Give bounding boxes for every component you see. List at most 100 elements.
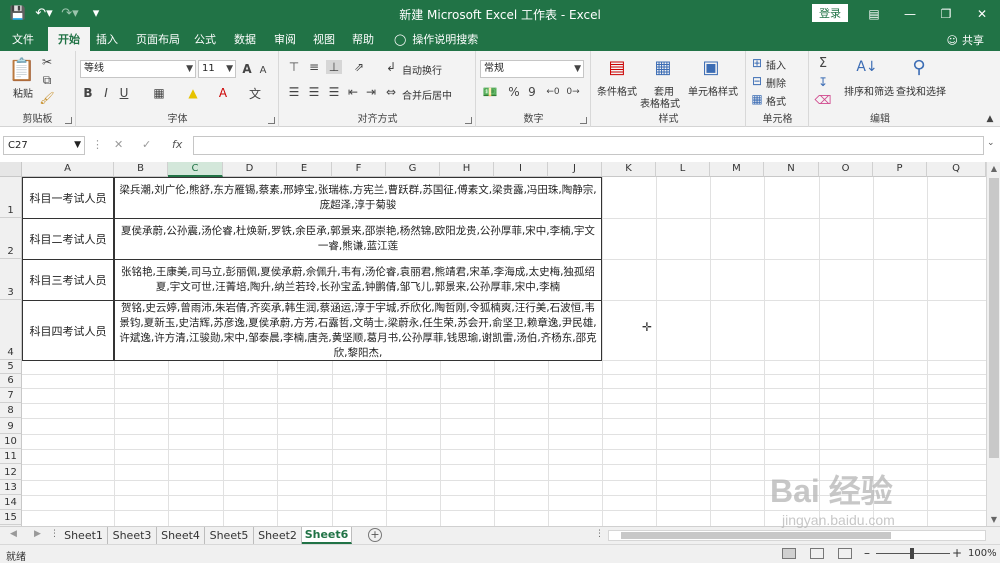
name-box[interactable]: C27 ▼ — [3, 136, 85, 155]
zoom-out-icon[interactable]: – — [864, 546, 870, 560]
conditional-formatting-icon[interactable]: ▤ — [606, 55, 628, 79]
column-header-l[interactable]: L — [656, 162, 710, 177]
font-color-icon[interactable]: A — [215, 85, 231, 101]
wrap-text-label[interactable]: 自动换行 — [402, 62, 442, 77]
column-header-d[interactable]: D — [223, 162, 277, 177]
conditional-formatting-label[interactable]: 条件格式 — [597, 83, 637, 98]
restore-icon[interactable]: ❐ — [928, 0, 964, 27]
column-header-o[interactable]: O — [819, 162, 873, 177]
currency-icon[interactable]: 💵 — [481, 85, 499, 99]
number-launcher-icon[interactable] — [580, 117, 587, 124]
zoom-slider-thumb[interactable] — [910, 548, 914, 559]
tab-insert[interactable]: 插入 — [96, 27, 118, 51]
column-header-g[interactable]: G — [386, 162, 440, 177]
insert-cells-label[interactable]: 插入 — [766, 57, 786, 72]
minimize-icon[interactable]: — — [892, 0, 928, 27]
align-bottom-icon[interactable]: ⊥ — [326, 60, 342, 74]
clipboard-launcher-icon[interactable] — [65, 117, 72, 124]
column-header-c[interactable]: C — [168, 162, 223, 177]
alignment-launcher-icon[interactable] — [465, 117, 472, 124]
font-launcher-icon[interactable] — [268, 117, 275, 124]
decrease-decimal-icon[interactable]: 0→ — [565, 85, 581, 99]
row-header-4[interactable]: 4 — [0, 300, 22, 360]
phonetic-icon[interactable]: 文 — [247, 85, 263, 101]
borders-icon[interactable]: ▦ — [151, 85, 167, 101]
format-painter-icon[interactable]: 🖌 — [39, 91, 54, 105]
tab-page-layout[interactable]: 页面布局 — [136, 27, 180, 51]
format-cells-icon[interactable]: ▦ — [751, 92, 763, 106]
zoom-level[interactable]: 100% — [968, 548, 997, 559]
insert-function-button[interactable]: fx — [172, 138, 182, 151]
row-header-2[interactable]: 2 — [0, 218, 22, 259]
clear-icon[interactable]: ⌫ — [815, 93, 832, 107]
column-header-j[interactable]: J — [548, 162, 602, 177]
tab-view[interactable]: 视图 — [313, 27, 335, 51]
row-header-3[interactable]: 3 — [0, 259, 22, 300]
align-left-icon[interactable]: ☰ — [286, 85, 302, 99]
align-top-icon[interactable]: ⊤ — [286, 60, 302, 74]
cell-a3[interactable]: 科目三考试人员 — [22, 259, 114, 301]
orientation-icon[interactable]: ⇗ — [348, 60, 370, 74]
comma-style-button[interactable]: 9 — [525, 85, 539, 99]
delete-cells-label[interactable]: 删除 — [766, 75, 786, 90]
tab-help[interactable]: 帮助 — [352, 27, 374, 51]
font-size-combo[interactable]: 11 ▼ — [198, 60, 236, 78]
sort-filter-label[interactable]: 排序和筛选 — [844, 83, 894, 98]
paste-label[interactable]: 粘贴 — [13, 85, 33, 100]
column-header-m[interactable]: M — [710, 162, 764, 177]
bold-button[interactable]: B — [81, 85, 95, 101]
fill-color-icon[interactable]: ▲ — [185, 85, 201, 101]
row-header-1[interactable]: 1 — [0, 177, 22, 218]
align-middle-icon[interactable]: ≡ — [306, 60, 322, 74]
percent-button[interactable]: % — [507, 85, 521, 99]
column-header-q[interactable]: Q — [927, 162, 986, 177]
page-break-view-icon[interactable] — [838, 548, 852, 559]
tab-file[interactable]: 文件 — [12, 27, 34, 51]
autosum-icon[interactable]: Σ — [816, 56, 830, 71]
increase-decimal-icon[interactable]: ←0 — [545, 85, 561, 99]
row-header-11[interactable]: 11 — [0, 449, 22, 464]
column-header-a[interactable]: A — [22, 162, 114, 177]
row-header-10[interactable]: 10 — [0, 434, 22, 449]
paste-icon[interactable]: 📋 — [8, 57, 36, 83]
tell-me-search[interactable]: ◯ 操作说明搜索 — [394, 27, 478, 51]
wrap-text-icon[interactable]: ↲ — [384, 60, 398, 74]
cell-b3-merged[interactable]: 张铭艳,王康美,司马立,彭丽佩,夏侯承蔚,佘佩升,韦有,汤伦睿,袁丽君,熊靖君,… — [114, 259, 602, 301]
tab-data[interactable]: 数据 — [234, 27, 256, 51]
column-header-k[interactable]: K — [602, 162, 656, 177]
align-center-icon[interactable]: ☰ — [306, 85, 322, 99]
formula-input[interactable] — [193, 136, 984, 155]
merge-center-icon[interactable]: ⇔ — [384, 85, 398, 99]
decrease-indent-icon[interactable]: ⇤ — [346, 85, 360, 99]
find-select-icon[interactable]: ⚲ — [908, 55, 930, 79]
row-header-13[interactable]: 13 — [0, 480, 22, 495]
font-name-combo[interactable]: 等线 ▼ — [80, 60, 196, 78]
cell-a4[interactable]: 科目四考试人员 — [22, 300, 114, 361]
grow-font-icon[interactable]: A — [240, 61, 254, 77]
format-cells-label[interactable]: 格式 — [766, 93, 786, 108]
cell-a2[interactable]: 科目二考试人员 — [22, 218, 114, 260]
column-header-h[interactable]: H — [440, 162, 494, 177]
sheet-tab-sheet4[interactable]: Sheet4 — [157, 527, 205, 544]
align-right-icon[interactable]: ☰ — [326, 85, 342, 99]
row-header-15[interactable]: 15 — [0, 510, 22, 525]
cell-styles-icon[interactable]: ▣ — [700, 55, 722, 79]
copy-icon[interactable]: ⧉ — [40, 73, 54, 87]
increase-indent-icon[interactable]: ⇥ — [364, 85, 378, 99]
prev-sheet-icon[interactable]: ◀ — [10, 529, 17, 539]
cell-b4-merged[interactable]: 贺铭,史云婷,曾雨沛,朱岩倩,齐奕承,韩生润,蔡涵运,淳于宇城,乔欣化,陶哲刚,… — [114, 300, 602, 361]
tab-formulas[interactable]: 公式 — [194, 27, 216, 51]
column-header-f[interactable]: F — [332, 162, 386, 177]
sheet-tab-sheet6[interactable]: Sheet6 — [302, 527, 352, 544]
expand-formula-icon[interactable]: ⌄ — [987, 138, 995, 148]
shrink-font-icon[interactable]: A — [257, 63, 269, 77]
tab-review[interactable]: 审阅 — [274, 27, 296, 51]
row-header-7[interactable]: 7 — [0, 388, 22, 403]
login-button[interactable]: 登录 — [812, 4, 848, 22]
sheet-tab-sheet5[interactable]: Sheet5 — [205, 527, 254, 544]
select-all-corner[interactable] — [0, 162, 22, 177]
row-header-6[interactable]: 6 — [0, 374, 22, 388]
share-button[interactable]: ☺ 共享 — [947, 32, 984, 48]
zoom-in-icon[interactable]: + — [952, 546, 962, 560]
sheet-tab-sheet2[interactable]: Sheet2 — [254, 527, 302, 544]
